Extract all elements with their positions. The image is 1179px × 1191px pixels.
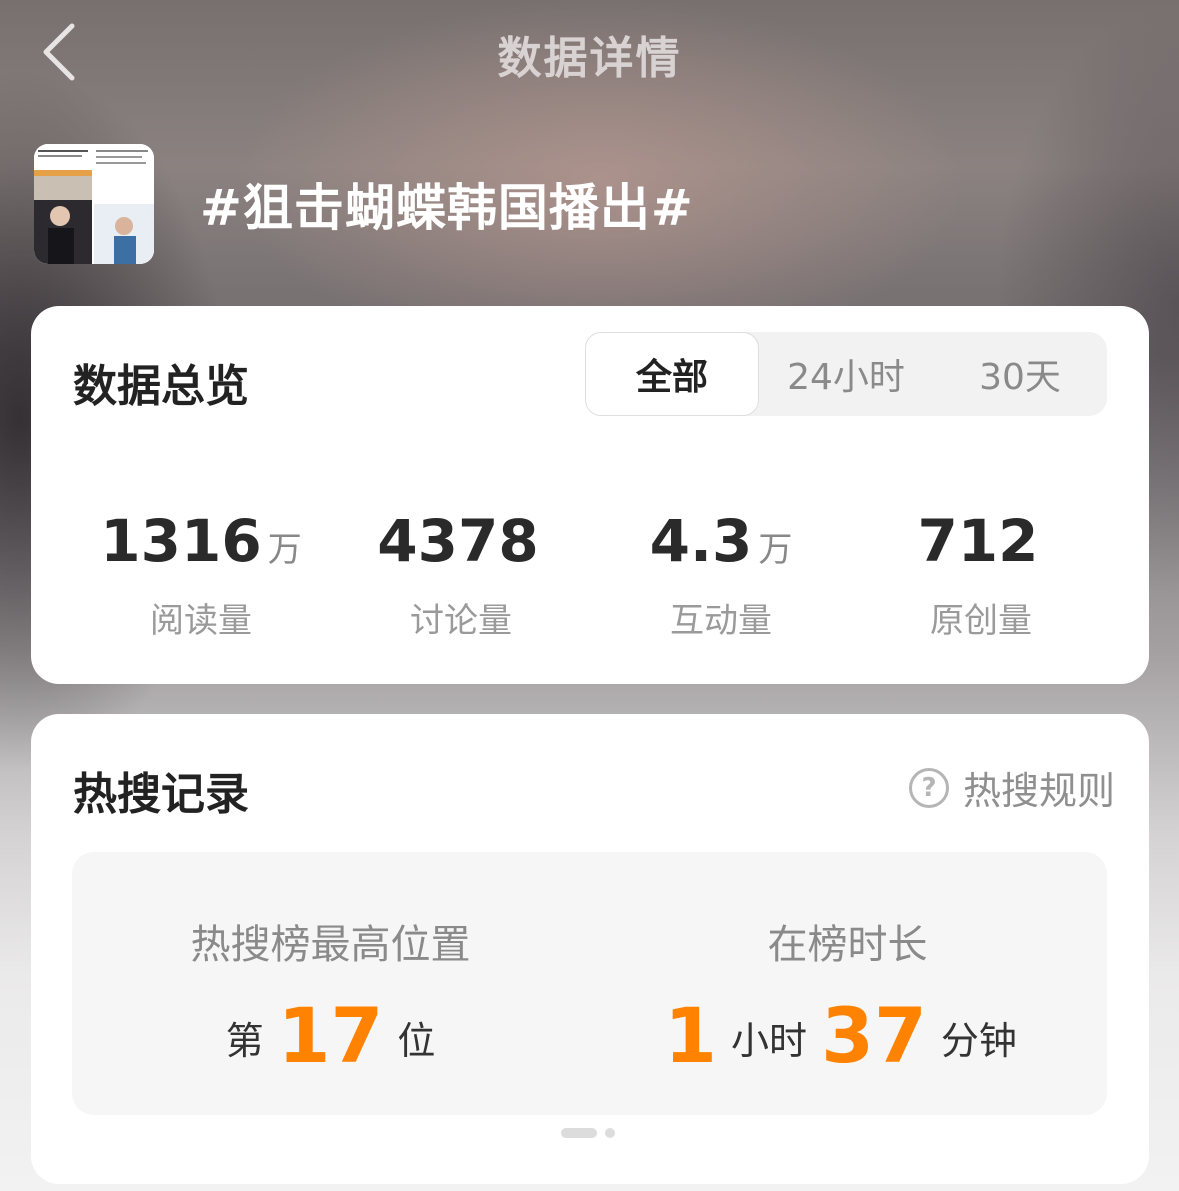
time-range-tabs: 全部 24小时 30天	[585, 332, 1107, 416]
stat-label: 原创量	[930, 601, 1032, 641]
question-icon: ?	[908, 767, 949, 808]
stat-unit: 万	[758, 530, 793, 570]
peak-rank-prefix: 第	[225, 1019, 264, 1063]
stat-interactions: 4.3 万 互动量	[591, 506, 851, 642]
stat-value: 1316	[100, 507, 262, 575]
topic-title: #狙击蝴蝶韩国播出#	[200, 179, 694, 237]
topic-thumbnail	[34, 144, 154, 264]
stats-row: 1316 万 阅读量 4378 讨论量 4.3 万 互动量 712 原创量	[71, 506, 1111, 642]
stat-reads: 1316 万 阅读量	[71, 506, 331, 642]
hot-search-summary: 热搜榜最高位置 第 17 位 在榜时长 1 小时 37 分钟	[72, 852, 1107, 1115]
stat-originals: 712 原创量	[851, 506, 1111, 642]
stat-label: 互动量	[670, 601, 772, 641]
duration-hours: 1	[664, 991, 718, 1080]
duration-minutes-unit: 分钟	[940, 1019, 1017, 1063]
overview-title: 数据总览	[73, 361, 249, 412]
stat-value: 4.3	[649, 507, 753, 575]
tab-30d[interactable]: 30天	[933, 332, 1107, 416]
duration-label: 在榜时长	[767, 922, 928, 968]
peak-rank-suffix: 位	[397, 1019, 436, 1063]
stat-value: 712	[917, 507, 1039, 575]
peak-rank-value: 17	[277, 991, 384, 1080]
stat-label: 阅读量	[150, 601, 252, 641]
peak-rank-label: 热搜榜最高位置	[190, 922, 471, 968]
rules-label: 热搜规则	[962, 769, 1115, 813]
overview-card: 数据总览 全部 24小时 30天 1316 万 阅读量 4378 讨论量 4.3 万…	[31, 306, 1149, 684]
peak-rank: 热搜榜最高位置 第 17 位	[72, 912, 589, 1074]
duration-hours-unit: 小时	[731, 1019, 808, 1063]
page-title: 数据详情	[497, 33, 682, 84]
hot-search-title: 热搜记录	[73, 769, 249, 820]
tab-all[interactable]: 全部	[585, 332, 759, 416]
stat-discussions: 4378 讨论量	[331, 506, 591, 642]
stat-label: 讨论量	[410, 601, 512, 641]
hot-search-card: 热搜记录 ? 热搜规则 热搜榜最高位置 第 17 位 在榜时长 1 小时 37 分钟	[31, 714, 1149, 1184]
page-indicator	[561, 1128, 615, 1138]
stat-value: 4378	[377, 507, 539, 575]
hot-search-rules-link[interactable]: ? 热搜规则	[908, 760, 1115, 815]
stat-unit: 万	[267, 530, 302, 570]
page-dot	[605, 1128, 615, 1138]
on-list-duration: 在榜时长 1 小时 37 分钟	[589, 912, 1106, 1074]
duration-minutes: 37	[821, 991, 927, 1080]
tab-24h[interactable]: 24小时	[759, 332, 933, 416]
page-dot-active	[561, 1128, 597, 1138]
